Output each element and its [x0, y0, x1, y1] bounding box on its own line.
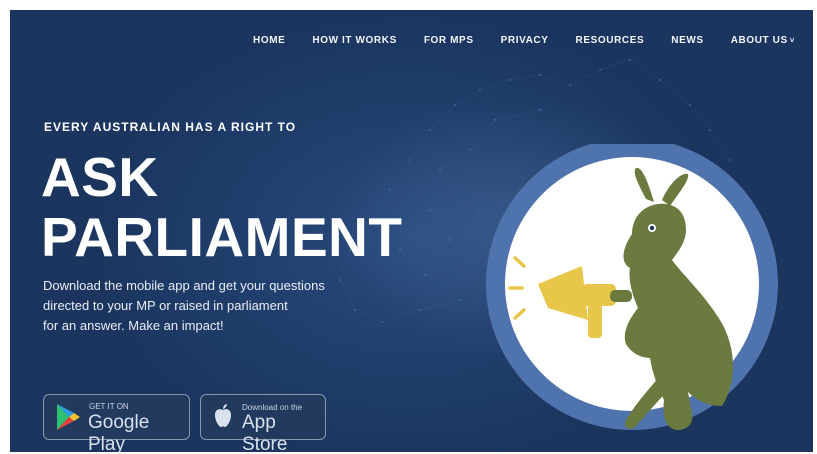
app-store-small-label: Download on the — [242, 403, 303, 412]
nav-home[interactable]: HOME — [253, 35, 285, 46]
hero-description-line-1: Download the mobile app and get your que… — [43, 278, 325, 293]
page-title: ASK PARLIAMENT — [41, 147, 402, 267]
hero-description-line-3: for an answer. Make an impact! — [43, 318, 224, 333]
nav-privacy[interactable]: PRIVACY — [501, 35, 549, 46]
google-play-label: Google Play — [88, 412, 150, 452]
hero-description-line-2: directed to your MP or raised in parliam… — [43, 298, 288, 313]
nav-about-us-label: ABOUT US — [730, 35, 788, 46]
main-nav: HOME HOW IT WORKS FOR MPS PRIVACY RESOUR… — [253, 35, 795, 46]
kangaroo-megaphone-icon — [486, 144, 778, 430]
nav-for-mps[interactable]: FOR MPS — [424, 35, 474, 46]
nav-resources[interactable]: RESOURCES — [576, 35, 645, 46]
hero-eyebrow: EVERY AUSTRALIAN HAS A RIGHT TO — [44, 120, 297, 134]
google-play-button[interactable]: GET IT ON Google Play — [43, 394, 190, 452]
app-store-label: App Store — [242, 412, 288, 452]
page-title-line-1: ASK — [41, 146, 159, 208]
google-play-small-label: GET IT ON — [89, 402, 129, 411]
chevron-down-icon: ˅ — [789, 36, 795, 45]
app-store-button[interactable]: Download on the App Store — [200, 394, 326, 452]
nav-about-us[interactable]: ABOUT US ˅ — [731, 35, 795, 46]
apple-icon — [215, 404, 231, 427]
nav-news[interactable]: NEWS — [671, 35, 703, 46]
page-title-line-2: PARLIAMENT — [41, 206, 403, 268]
hero-section: HOME HOW IT WORKS FOR MPS PRIVACY RESOUR… — [10, 10, 813, 452]
nav-how-it-works[interactable]: HOW IT WORKS — [312, 35, 396, 46]
google-play-icon — [57, 404, 80, 430]
hero-description: Download the mobile app and get your que… — [43, 276, 373, 336]
